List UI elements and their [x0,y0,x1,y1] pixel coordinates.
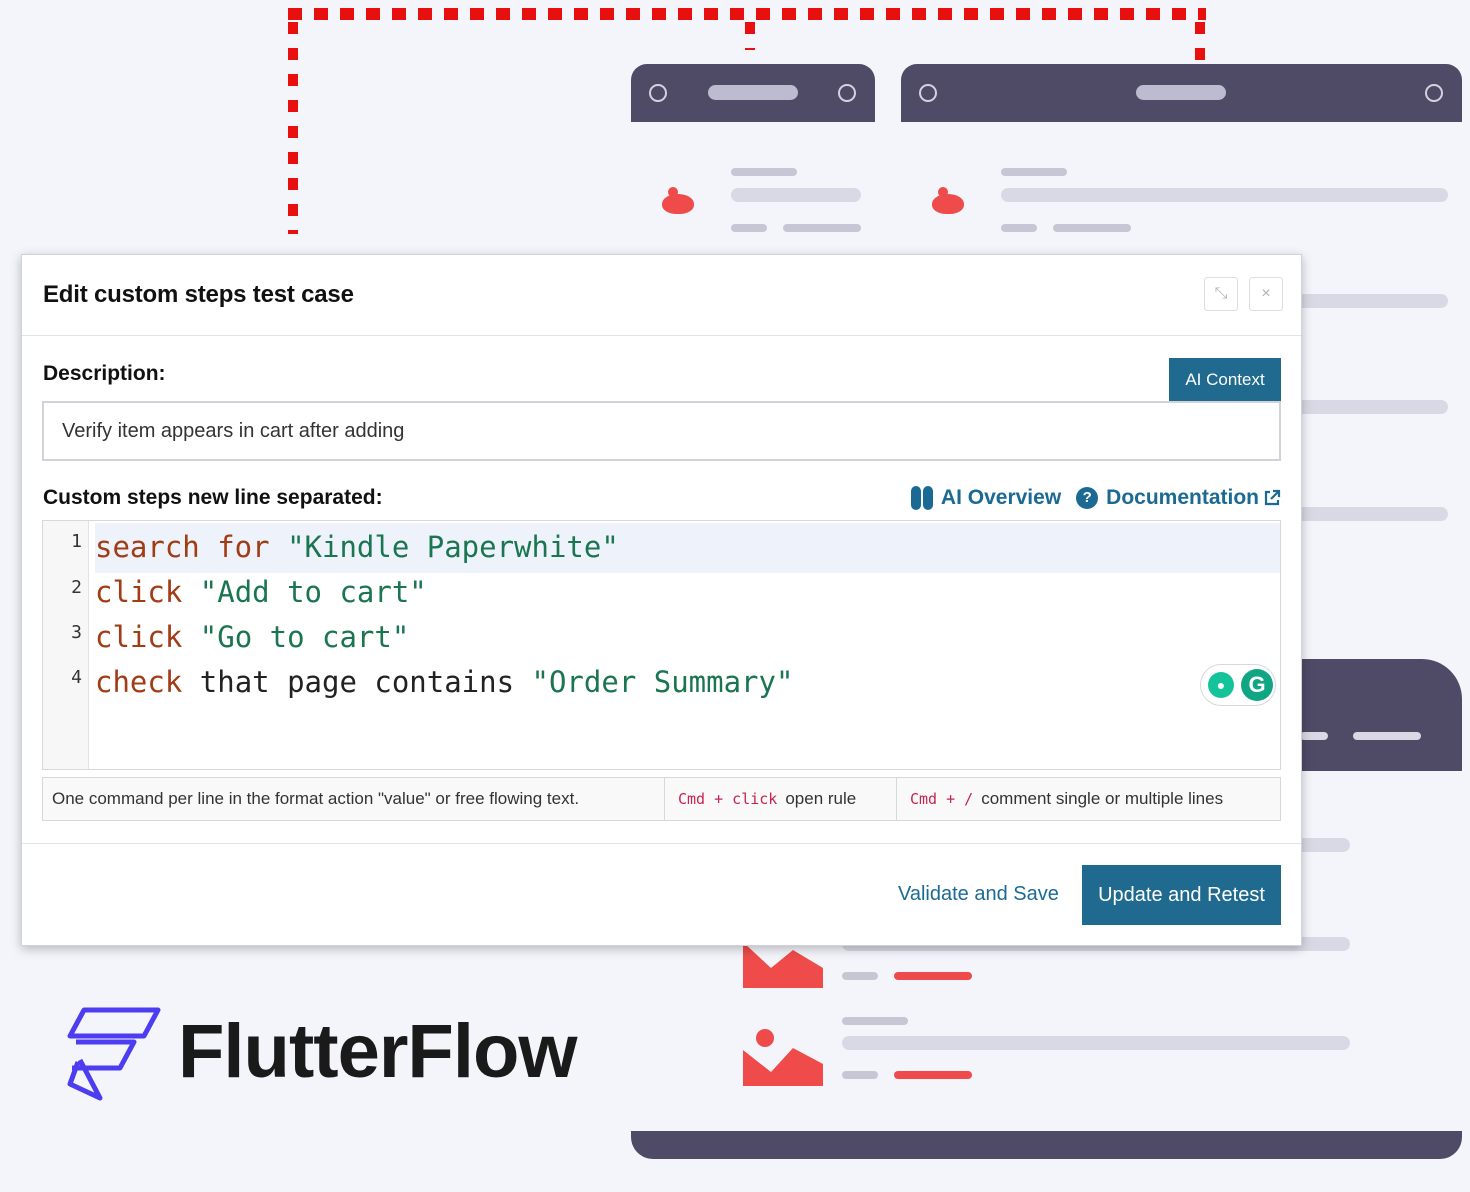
placeholder-line [842,1036,1350,1050]
editor-hints-bar: One command per line in the format actio… [42,777,1281,821]
placeholder-line [1001,188,1448,202]
placeholder-line [1290,507,1448,521]
window-dot-icon [1425,84,1443,102]
placeholder-line [1353,732,1421,740]
dark-panel [1290,659,1462,771]
window-dot-icon [838,84,856,102]
image-placeholder-icon [743,1029,823,1086]
footer-divider [22,843,1301,844]
validate-and-save-button[interactable]: Validate and Save [898,883,1059,906]
update-and-retest-button[interactable]: Update and Retest [1082,865,1281,925]
placeholder-line [894,972,972,980]
dotted-connector [288,8,1206,20]
placeholder-line [731,168,797,176]
placeholder-line [731,188,861,202]
custom-steps-label: Custom steps new line separated: [43,486,383,509]
close-button[interactable]: × [1249,277,1283,311]
placeholder-line [1290,400,1448,414]
shortcut-key: Cmd + / [910,790,974,808]
external-link-icon [1264,489,1281,506]
ai-context-button[interactable]: AI Context [1169,358,1281,401]
code-line[interactable]: click "Go to cart" [95,620,409,654]
line-number: 4 [71,667,82,688]
placeholder-line [1001,224,1037,232]
grammarly-widget[interactable]: ● G [1200,664,1276,706]
placeholder-line [842,1071,878,1079]
window-title-placeholder [1136,85,1226,100]
expand-icon: ⤡ [1214,285,1228,302]
grammarly-icon[interactable]: G [1241,669,1273,701]
line-number-gutter: 1 2 3 4 [43,521,89,769]
placeholder-line [731,224,767,232]
avatar-icon [932,194,964,214]
header-divider [22,335,1301,336]
placeholder-line [1300,732,1328,740]
open-rule-hint: Cmd + click open rule [665,778,897,820]
edit-test-case-dialog: Edit custom steps test case ⤡ × Descript… [21,254,1302,946]
expand-button[interactable]: ⤡ [1204,277,1238,311]
help-links: AI Overview ? Documentation [910,486,1281,510]
description-input[interactable] [42,401,1281,461]
window-titlebar [631,64,875,122]
placeholder-line [783,224,861,232]
window-titlebar [901,64,1462,122]
steps-code-editor[interactable]: 1 2 3 4 search for "Kindle Paperwhite" c… [42,520,1281,770]
placeholder-line [842,1017,908,1025]
dotted-connector [288,22,298,234]
code-line[interactable]: check that page contains "Order Summary" [95,665,793,699]
window-title-placeholder [708,85,798,100]
dark-panel [631,1131,1462,1159]
documentation-link[interactable]: Documentation [1106,486,1259,510]
placeholder-line [1290,294,1448,308]
placeholder-line [1053,224,1131,232]
format-hint: One command per line in the format actio… [43,778,665,820]
flutterflow-wordmark: FlutterFlow [178,1009,578,1094]
code-line[interactable]: click "Add to cart" [95,575,427,609]
lightbulb-icon[interactable]: ● [1208,672,1234,698]
comment-hint: Cmd + / comment single or multiple lines [910,789,1224,808]
dialog-title: Edit custom steps test case [43,281,354,308]
brain-icon [910,486,933,510]
code-line[interactable]: search for "Kindle Paperwhite" [95,530,619,564]
flutterflow-logo-icon [67,1007,161,1101]
window-dot-icon [919,84,937,102]
description-label: Description: [43,362,166,385]
help-icon: ? [1076,487,1099,509]
placeholder-line [894,1071,972,1079]
line-number: 3 [71,622,82,643]
shortcut-key: Cmd + click [678,790,778,808]
line-number: 2 [71,577,82,598]
dotted-connector [745,22,755,50]
line-number: 1 [71,531,82,552]
dotted-connector [1195,22,1205,64]
ai-overview-link[interactable]: AI Overview [941,486,1061,510]
close-icon: × [1261,285,1271,302]
avatar-icon [662,194,694,214]
placeholder-line [842,972,878,980]
placeholder-line [1001,168,1067,176]
window-dot-icon [649,84,667,102]
